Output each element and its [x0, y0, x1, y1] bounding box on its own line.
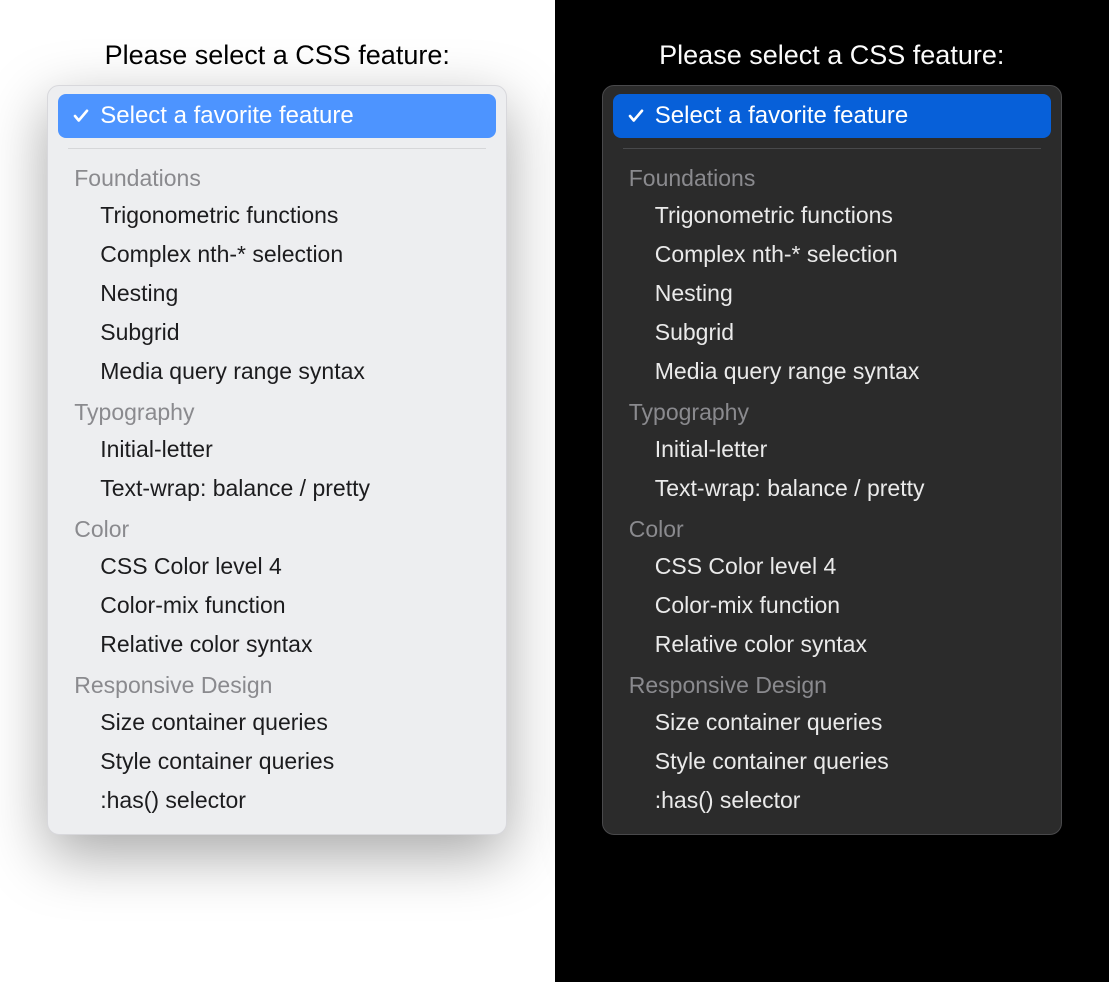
- select-option[interactable]: Size container queries: [58, 703, 496, 742]
- select-option[interactable]: Nesting: [58, 274, 496, 313]
- select-option[interactable]: Trigonometric functions: [613, 196, 1051, 235]
- dark-mode-pane: Please select a CSS feature: Select a fa…: [555, 0, 1109, 982]
- menu-divider: [68, 148, 486, 149]
- select-option[interactable]: Subgrid: [58, 313, 496, 352]
- select-menu-dark[interactable]: Select a favorite feature FoundationsTri…: [602, 85, 1062, 835]
- option-group-label: Color: [613, 508, 1051, 547]
- select-option[interactable]: CSS Color level 4: [613, 547, 1051, 586]
- select-option[interactable]: Text-wrap: balance / pretty: [613, 469, 1051, 508]
- selected-option-row-light[interactable]: Select a favorite feature: [58, 94, 496, 138]
- select-option[interactable]: Complex nth-* selection: [613, 235, 1051, 274]
- select-option[interactable]: Color-mix function: [613, 586, 1051, 625]
- option-group-label: Foundations: [58, 157, 496, 196]
- option-group-label: Color: [58, 508, 496, 547]
- light-mode-pane: Please select a CSS feature: Select a fa…: [0, 0, 555, 982]
- option-groups-light: FoundationsTrigonometric functionsComple…: [58, 157, 496, 820]
- option-group-label: Typography: [58, 391, 496, 430]
- select-menu-light[interactable]: Select a favorite feature FoundationsTri…: [47, 85, 507, 835]
- select-option[interactable]: Size container queries: [613, 703, 1051, 742]
- select-option[interactable]: Text-wrap: balance / pretty: [58, 469, 496, 508]
- option-group-label: Foundations: [613, 157, 1051, 196]
- option-group-label: Typography: [613, 391, 1051, 430]
- select-option[interactable]: Media query range syntax: [58, 352, 496, 391]
- select-option[interactable]: CSS Color level 4: [58, 547, 496, 586]
- select-option[interactable]: Relative color syntax: [613, 625, 1051, 664]
- prompt-label-light: Please select a CSS feature:: [105, 40, 450, 71]
- selected-option-label: Select a favorite feature: [655, 102, 908, 130]
- select-option[interactable]: Initial-letter: [58, 430, 496, 469]
- select-option[interactable]: Complex nth-* selection: [58, 235, 496, 274]
- menu-divider: [623, 148, 1041, 149]
- select-option[interactable]: Media query range syntax: [613, 352, 1051, 391]
- checkmark-icon: [627, 107, 645, 125]
- select-option[interactable]: Trigonometric functions: [58, 196, 496, 235]
- select-option[interactable]: Color-mix function: [58, 586, 496, 625]
- selected-option-row-dark[interactable]: Select a favorite feature: [613, 94, 1051, 138]
- select-option[interactable]: Relative color syntax: [58, 625, 496, 664]
- selected-option-label: Select a favorite feature: [100, 102, 353, 130]
- option-group-label: Responsive Design: [58, 664, 496, 703]
- select-option[interactable]: Style container queries: [58, 742, 496, 781]
- select-option[interactable]: Subgrid: [613, 313, 1051, 352]
- checkmark-icon: [72, 107, 90, 125]
- option-groups-dark: FoundationsTrigonometric functionsComple…: [613, 157, 1051, 820]
- select-option[interactable]: :has() selector: [613, 781, 1051, 820]
- select-option[interactable]: Nesting: [613, 274, 1051, 313]
- select-option[interactable]: Style container queries: [613, 742, 1051, 781]
- prompt-label-dark: Please select a CSS feature:: [659, 40, 1004, 71]
- option-group-label: Responsive Design: [613, 664, 1051, 703]
- select-option[interactable]: Initial-letter: [613, 430, 1051, 469]
- select-option[interactable]: :has() selector: [58, 781, 496, 820]
